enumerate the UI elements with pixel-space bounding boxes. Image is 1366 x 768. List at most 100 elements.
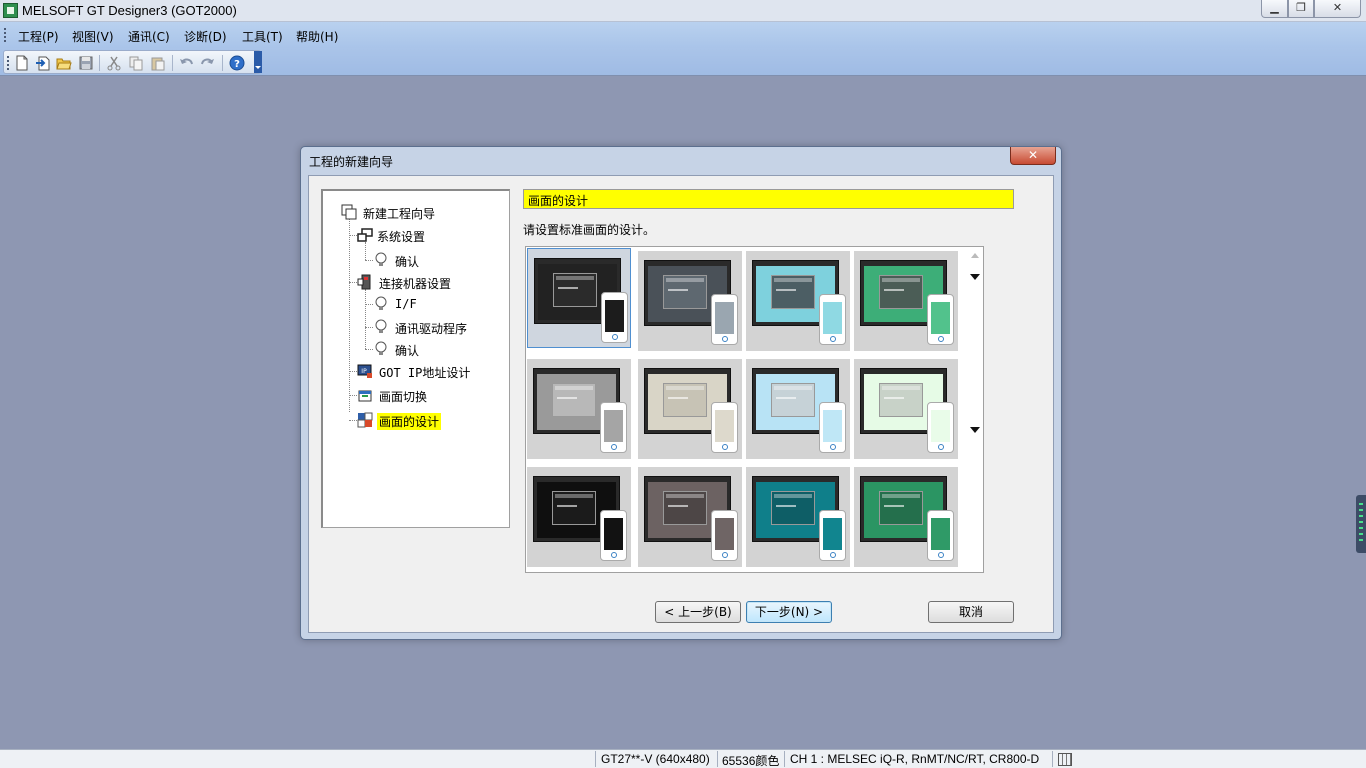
tree-item-label: 新建工程向导: [363, 207, 436, 221]
design-theme-thumbnail[interactable]: [527, 359, 631, 459]
copy-icon[interactable]: [128, 55, 144, 71]
tree-connector: [365, 242, 366, 260]
theme-mobile-preview: [819, 510, 846, 561]
design-theme-thumbnail[interactable]: [638, 251, 742, 351]
system-icon: [357, 227, 373, 243]
minimize-button[interactable]: ▁: [1261, 0, 1288, 18]
bulb-icon: [373, 341, 389, 357]
toolbar-overflow-button[interactable]: [254, 51, 262, 73]
theme-mobile-preview: [711, 510, 738, 561]
svg-text:?: ?: [234, 59, 240, 70]
theme-mobile-preview: [601, 292, 628, 343]
tree-item-label: 连接机器设置: [379, 277, 452, 291]
design-theme-thumbnail[interactable]: [746, 251, 850, 351]
design-theme-thumbnail[interactable]: [854, 359, 958, 459]
tree-item-label: I/F: [395, 297, 417, 311]
toolbar: ?: [0, 48, 1366, 76]
window-title: MELSOFT GT Designer3 (GOT2000): [22, 3, 237, 18]
scroll-up-arrow[interactable]: [971, 253, 979, 258]
ip-address-icon: IP: [357, 363, 373, 379]
theme-mobile-preview: [819, 402, 846, 453]
cancel-button[interactable]: 取消: [928, 601, 1014, 623]
tree-item-label: GOT IP地址设计: [379, 366, 471, 380]
tree-item-label: 确认: [395, 255, 420, 269]
standard-toolbar: ?: [3, 50, 262, 74]
theme-mobile-preview: [600, 510, 627, 561]
menu-grip[interactable]: [4, 28, 7, 42]
dialog-body: 新建工程向导 系统设置 确认 连接机器设置 I/F 通讯驱动程序 确认 IP G…: [308, 175, 1054, 633]
paste-icon[interactable]: [150, 55, 166, 71]
section-description: 请设置标准画面的设计。: [523, 223, 656, 237]
tree-connector: [349, 218, 350, 412]
design-theme-thumbnail[interactable]: [527, 248, 631, 348]
design-theme-thumbnail[interactable]: [638, 467, 742, 567]
status-divider: [784, 751, 785, 767]
design-theme-thumbnail[interactable]: [854, 467, 958, 567]
tree-connector: [365, 289, 366, 349]
status-got-model: GT27**-V (640x480): [601, 752, 710, 766]
status-colors: 65536颜色: [722, 754, 780, 768]
dialog-close-button[interactable]: ✕: [1010, 147, 1056, 165]
cut-icon[interactable]: [106, 55, 122, 71]
tree-connector: [349, 420, 357, 421]
save-icon[interactable]: [78, 55, 94, 71]
screen-switch-icon: [357, 387, 373, 403]
status-divider: [595, 751, 596, 767]
tree-connector: [365, 304, 373, 305]
menu-view[interactable]: 视图(V): [72, 28, 114, 45]
menu-project[interactable]: 工程(P): [18, 28, 59, 45]
help-icon[interactable]: ?: [229, 55, 245, 71]
tree-item-label-selected: 画面的设计: [377, 413, 442, 430]
design-theme-thumbnail[interactable]: [527, 467, 631, 567]
scroll-page-down-arrow[interactable]: [970, 427, 980, 433]
wizard-icon: [341, 204, 357, 220]
bulb-icon: [373, 252, 389, 268]
design-theme-thumbnail[interactable]: [638, 359, 742, 459]
title-bar: MELSOFT GT Designer3 (GOT2000) ▁ ❐ ✕: [0, 0, 1366, 22]
theme-mobile-preview: [711, 294, 738, 345]
undo-icon[interactable]: [178, 55, 194, 71]
menu-communication[interactable]: 通讯(C): [128, 28, 170, 45]
dialog-title: 工程的新建向导: [309, 155, 394, 169]
new-file-icon[interactable]: [14, 55, 30, 71]
next-button[interactable]: 下一步(N) >: [746, 601, 832, 623]
toolbar-separator: [99, 55, 100, 71]
tree-connector: [349, 395, 357, 396]
status-divider: [717, 751, 718, 767]
menu-diagnostics[interactable]: 诊断(D): [184, 28, 227, 45]
tree-connector: [349, 235, 357, 236]
theme-mobile-preview: [927, 294, 954, 345]
connection-icon: [357, 274, 373, 290]
status-divider: [1052, 751, 1053, 767]
app-icon: [3, 3, 18, 18]
restore-button[interactable]: ❐: [1288, 0, 1314, 18]
svg-text:IP: IP: [361, 368, 367, 375]
bulb-icon: [373, 319, 389, 335]
design-theme-gallery: [525, 246, 984, 573]
design-theme-thumbnail[interactable]: [746, 467, 850, 567]
theme-mobile-preview: [927, 510, 954, 561]
redo-icon[interactable]: [200, 55, 216, 71]
open-project-icon[interactable]: [35, 55, 51, 71]
open-folder-icon[interactable]: [56, 55, 72, 71]
back-button[interactable]: < 上一步(B): [655, 601, 741, 623]
menu-bar: 工程(P) 视图(V) 通讯(C) 诊断(D) 工具(T) 帮助(H): [0, 22, 1366, 48]
toolbar-grip[interactable]: [7, 56, 10, 70]
tree-connector: [349, 282, 357, 283]
tree-connector: [349, 371, 357, 372]
gallery-scrollbar[interactable]: [967, 248, 984, 571]
design-theme-thumbnail[interactable]: [746, 359, 850, 459]
close-button[interactable]: ✕: [1314, 0, 1361, 18]
scroll-down-arrow[interactable]: [970, 274, 980, 280]
menu-help[interactable]: 帮助(H): [296, 28, 338, 45]
theme-mobile-preview: [819, 294, 846, 345]
design-theme-thumbnail[interactable]: [854, 251, 958, 351]
menu-tools[interactable]: 工具(T): [242, 28, 283, 45]
bulb-icon: [373, 296, 389, 312]
side-panel-grip[interactable]: [1356, 495, 1366, 553]
theme-mobile-preview: [927, 402, 954, 453]
tree-item-label: 画面切换: [379, 390, 428, 404]
status-bar: GT27**-V (640x480) 65536颜色 CH 1 : MELSEC…: [0, 749, 1366, 768]
tree-connector: [365, 327, 373, 328]
toolbar-separator: [172, 55, 173, 71]
